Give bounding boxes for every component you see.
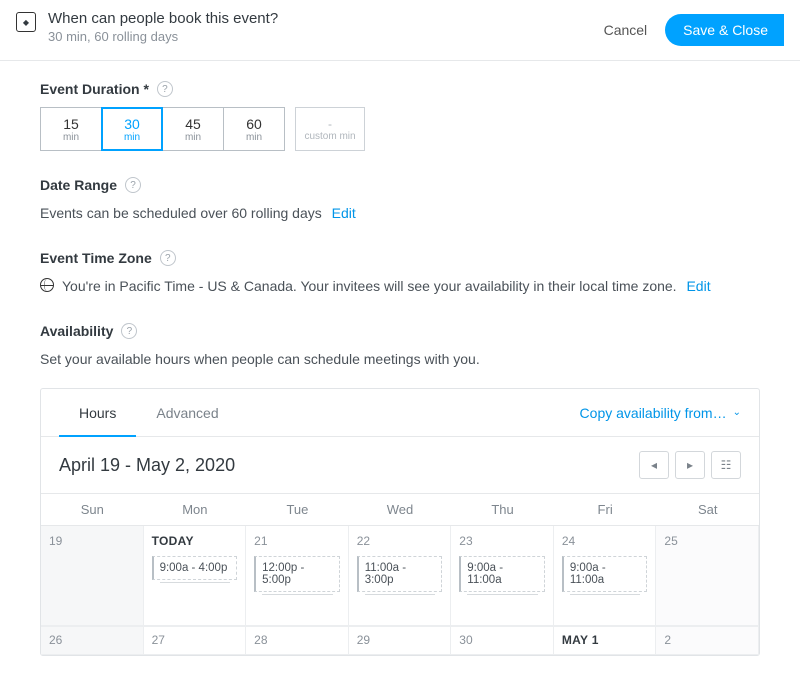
- calendar-day-cell[interactable]: 26: [41, 627, 144, 655]
- calendar-day-cell[interactable]: 28: [246, 627, 349, 655]
- calendar-grid: Sun Mon Tue Wed Thu Fri Sat 19 TODAY 9:00a…: [41, 493, 759, 655]
- tab-advanced[interactable]: Advanced: [136, 389, 238, 437]
- calendar-day-cell[interactable]: 25: [656, 526, 759, 626]
- chevron-down-icon: ⌄: [733, 407, 741, 418]
- timezone-edit[interactable]: Edit: [686, 278, 710, 294]
- tab-hours[interactable]: Hours: [59, 389, 136, 437]
- calendar-day-cell[interactable]: 27: [144, 627, 247, 655]
- calendar-weekday-header: Sun Mon Tue Wed Thu Fri Sat: [41, 493, 759, 526]
- section-availability: Availability ? Set your available hours …: [40, 323, 760, 656]
- duration-option-15[interactable]: 15 min: [40, 107, 102, 151]
- header-actions: Cancel Save & Close: [604, 14, 784, 46]
- timezone-desc: You're in Pacific Time - US & Canada. Yo…: [40, 276, 760, 297]
- availability-desc: Set your available hours when people can…: [40, 349, 760, 370]
- duration-option-30[interactable]: 30 min: [101, 107, 163, 151]
- collapse-icon[interactable]: ◆: [16, 12, 36, 32]
- calendar-day-cell[interactable]: MAY 1: [554, 627, 657, 655]
- help-icon[interactable]: ?: [157, 81, 173, 97]
- header-text: When can people book this event? 30 min,…: [48, 10, 604, 44]
- duration-label-row: Event Duration * ?: [40, 81, 760, 97]
- calendar-row-1: 19 TODAY 9:00a - 4:00p 21 12:00p - 5:00p 22 11…: [41, 526, 759, 626]
- calendar-day-label: 22: [357, 534, 443, 548]
- cancel-button[interactable]: Cancel: [604, 22, 648, 38]
- section-timezone: Event Time Zone ? You're in Pacific Time…: [40, 250, 760, 297]
- calendar-day-cell[interactable]: 19: [41, 526, 144, 626]
- timezone-label-row: Event Time Zone ?: [40, 250, 760, 266]
- calendar-prev-button[interactable]: ◂: [639, 451, 669, 479]
- calendar-day-cell[interactable]: TODAY 9:00a - 4:00p: [144, 526, 247, 626]
- duration-option-45[interactable]: 45 min: [162, 107, 224, 151]
- section-duration: Event Duration * ? 15 min 30 min 45 min …: [40, 81, 760, 151]
- content-area: Event Duration * ? 15 min 30 min 45 min …: [0, 61, 800, 656]
- help-icon[interactable]: ?: [121, 323, 137, 339]
- calendar-picker-button[interactable]: ☷: [711, 451, 741, 479]
- availability-slot[interactable]: 9:00a - 11:00a: [562, 556, 648, 592]
- availability-slot[interactable]: 12:00p - 5:00p: [254, 556, 340, 592]
- page-header: ◆ When can people book this event? 30 mi…: [0, 0, 800, 61]
- duration-label: Event Duration *: [40, 81, 149, 97]
- calendar-day-cell[interactable]: 30: [451, 627, 554, 655]
- timezone-label: Event Time Zone: [40, 250, 152, 266]
- calendar-toolbar: April 19 - May 2, 2020 ◂ ▸ ☷: [41, 437, 759, 493]
- calendar-day-label: TODAY: [152, 534, 238, 548]
- calendar-row-2: 26 27 28 29 30 MAY 1 2: [41, 626, 759, 655]
- calendar-day-label: 24: [562, 534, 648, 548]
- section-date-range: Date Range ? Events can be scheduled ove…: [40, 177, 760, 224]
- calendar-day-label: 27: [152, 633, 238, 647]
- calendar-day-label: 30: [459, 633, 545, 647]
- calendar-day-label: 23: [459, 534, 545, 548]
- availability-tabs: Hours Advanced Copy availability from… ⌄: [41, 389, 759, 437]
- help-icon[interactable]: ?: [160, 250, 176, 266]
- calendar-day-cell[interactable]: 23 9:00a - 11:00a: [451, 526, 554, 626]
- date-range-edit[interactable]: Edit: [332, 205, 356, 221]
- calendar-range: April 19 - May 2, 2020: [59, 455, 633, 476]
- calendar-day-label: 19: [49, 534, 135, 548]
- calendar-day-cell[interactable]: 22 11:00a - 3:00p: [349, 526, 452, 626]
- calendar-next-button[interactable]: ▸: [675, 451, 705, 479]
- calendar-day-label: 28: [254, 633, 340, 647]
- page-title: When can people book this event?: [48, 10, 604, 27]
- calendar-day-label: MAY 1: [562, 633, 648, 647]
- calendar-day-cell[interactable]: 2: [656, 627, 759, 655]
- save-close-button[interactable]: Save & Close: [665, 14, 784, 46]
- calendar-day-label: 25: [664, 534, 750, 548]
- duration-option-60[interactable]: 60 min: [223, 107, 285, 151]
- calendar-day-cell[interactable]: 21 12:00p - 5:00p: [246, 526, 349, 626]
- calendar-day-cell[interactable]: 24 9:00a - 11:00a: [554, 526, 657, 626]
- date-range-label-row: Date Range ?: [40, 177, 760, 193]
- date-range-desc: Events can be scheduled over 60 rolling …: [40, 203, 760, 224]
- calendar-day-label: 2: [664, 633, 750, 647]
- availability-label-row: Availability ?: [40, 323, 760, 339]
- duration-option-custom[interactable]: - custom min: [295, 107, 365, 151]
- globe-icon: [40, 278, 54, 292]
- help-icon[interactable]: ?: [125, 177, 141, 193]
- copy-availability-link[interactable]: Copy availability from… ⌄: [580, 405, 741, 421]
- page-subtitle: 30 min, 60 rolling days: [48, 29, 604, 44]
- calendar-day-cell[interactable]: 29: [349, 627, 452, 655]
- availability-label: Availability: [40, 323, 113, 339]
- calendar-day-label: 26: [49, 633, 135, 647]
- date-range-label: Date Range: [40, 177, 117, 193]
- availability-slot[interactable]: 9:00a - 4:00p: [152, 556, 238, 580]
- availability-box: Hours Advanced Copy availability from… ⌄…: [40, 388, 760, 656]
- calendar-day-label: 29: [357, 633, 443, 647]
- availability-slot[interactable]: 11:00a - 3:00p: [357, 556, 443, 592]
- duration-options: 15 min 30 min 45 min 60 min - custom min: [40, 107, 760, 151]
- availability-slot[interactable]: 9:00a - 11:00a: [459, 556, 545, 592]
- calendar-day-label: 21: [254, 534, 340, 548]
